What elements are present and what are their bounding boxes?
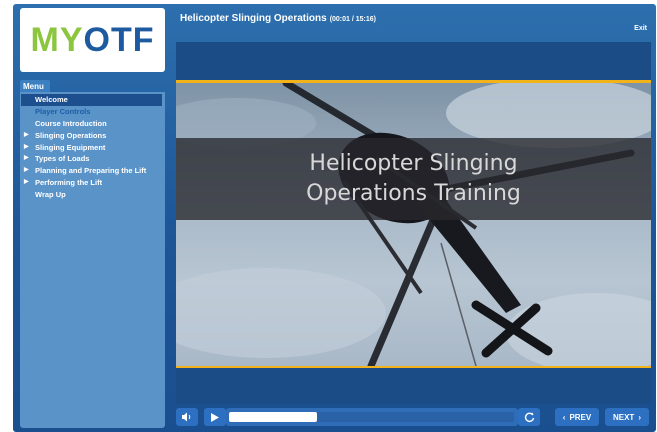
sidebar-item-label: Types of Loads — [35, 154, 90, 164]
prev-button[interactable]: ‹ PREV — [555, 408, 599, 426]
replay-button[interactable] — [518, 408, 540, 426]
next-label: NEXT — [612, 412, 635, 422]
sidebar-item-label: Planning and Preparing the Lift — [35, 166, 147, 176]
helicopter-image — [176, 83, 651, 366]
sidebar-item-course-introduction[interactable]: Course Introduction — [20, 118, 165, 130]
logo-otf: OTF — [83, 21, 155, 59]
slide-area: Helicopter Slinging Operations Training — [176, 83, 651, 366]
sidebar-item-label: Slinging Equipment — [35, 142, 106, 152]
expand-arrow-icon: ▶ — [24, 143, 29, 150]
expand-arrow-icon: ▶ — [24, 179, 29, 186]
logo-m: M — [30, 21, 60, 59]
progress-fill — [229, 412, 317, 422]
chevron-right-icon: › — [638, 412, 641, 422]
sidebar-item-label: Wrap Up — [35, 190, 66, 200]
course-title: Helicopter Slinging Operations (00:01 / 1… — [180, 13, 376, 24]
stage-footer-band — [176, 368, 651, 404]
logo-y: Y — [59, 21, 84, 59]
sidebar-item-slinging-equipment[interactable]: ▶ Slinging Equipment — [20, 142, 165, 154]
logo: M Y OTF — [20, 8, 165, 72]
sidebar-item-label: Welcome — [35, 95, 68, 104]
course-title-text: Helicopter Slinging Operations — [180, 13, 327, 24]
sidebar-item-label: Slinging Operations — [35, 130, 107, 140]
sidebar-item-performing-the-lift[interactable]: ▶ Performing the Lift — [20, 177, 165, 189]
expand-arrow-icon: ▶ — [24, 131, 29, 138]
sidebar-item-slinging-operations[interactable]: ▶ Slinging Operations — [20, 130, 165, 142]
expand-arrow-icon: ▶ — [24, 167, 29, 174]
play-icon — [211, 412, 219, 422]
chevron-left-icon: ‹ — [562, 412, 566, 422]
speaker-icon — [182, 412, 191, 422]
replay-icon — [524, 412, 534, 422]
sidebar-item-label: Performing the Lift — [35, 178, 103, 188]
slide-title-line-2: Operations Training — [306, 181, 521, 206]
stage-header-band — [176, 42, 651, 80]
slide-title-line-1: Helicopter Slinging — [309, 151, 518, 176]
exit-button[interactable]: Exit — [634, 25, 647, 32]
sidebar-item-label: Player Controls — [35, 106, 91, 116]
elapsed-time: (00:01 / 15:16) — [329, 16, 376, 23]
next-button[interactable]: NEXT › — [605, 408, 649, 426]
play-button[interactable] — [204, 408, 226, 426]
sidebar-item-wrap-up[interactable]: Wrap Up — [20, 189, 165, 201]
expand-arrow-icon: ▶ — [24, 155, 29, 162]
prev-label: PREV — [569, 412, 592, 422]
slide-title-banner: Helicopter Slinging Operations Training — [176, 138, 651, 220]
progress-bar[interactable] — [226, 408, 518, 426]
sidebar-item-welcome[interactable]: Welcome — [21, 94, 162, 106]
sidebar-item-label: Course Introduction — [35, 118, 107, 128]
sidebar-menu: Welcome Player Controls Course Introduct… — [20, 92, 165, 428]
volume-button[interactable] — [176, 408, 198, 426]
sidebar-item-types-of-loads[interactable]: ▶ Types of Loads — [20, 153, 165, 165]
sidebar-item-player-controls[interactable]: Player Controls — [20, 106, 165, 118]
sidebar-item-planning-and-preparing[interactable]: ▶ Planning and Preparing the Lift — [20, 165, 165, 177]
